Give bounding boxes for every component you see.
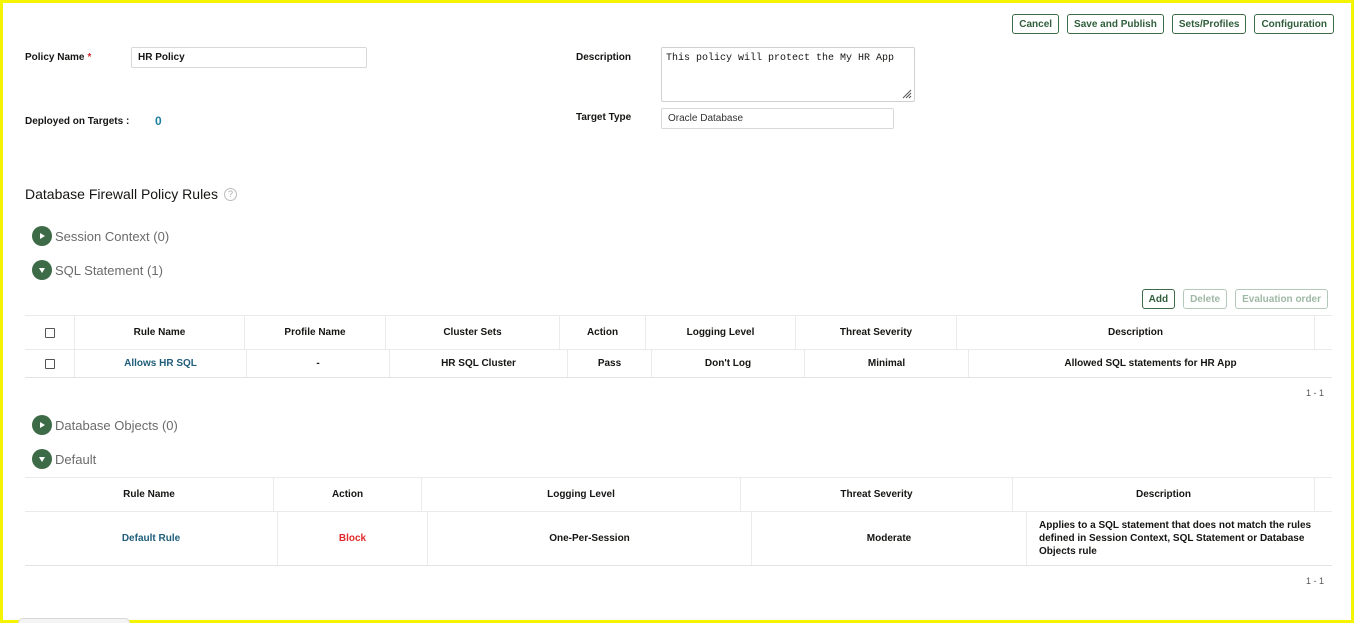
col-description[interactable]: Description xyxy=(957,316,1315,349)
action-cell: Pass xyxy=(568,350,652,377)
threat-severity-cell: Minimal xyxy=(805,350,969,377)
table-row[interactable]: Allows HR SQL - HR SQL Cluster Pass Don'… xyxy=(25,349,1332,378)
policy-rules-heading: Database Firewall Policy Rules ? xyxy=(25,186,237,202)
col-logging-level[interactable]: Logging Level xyxy=(422,478,741,511)
resize-grip-icon[interactable] xyxy=(902,89,912,99)
description-text: This policy will protect the My HR App xyxy=(666,53,895,64)
select-all-checkbox[interactable] xyxy=(44,327,55,338)
policy-rules-title: Database Firewall Policy Rules xyxy=(25,186,218,202)
rule-name-link[interactable]: Allows HR SQL xyxy=(75,350,247,377)
evaluation-order-button[interactable]: Evaluation order xyxy=(1235,289,1328,309)
threat-severity-cell: Moderate xyxy=(752,512,1027,565)
description-cell: Applies to a SQL statement that does not… xyxy=(1039,520,1312,557)
question-circle-icon[interactable]: ? xyxy=(223,187,237,201)
col-logging-level[interactable]: Logging Level xyxy=(646,316,796,349)
sql-rules-table: Rule Name Profile Name Cluster Sets Acti… xyxy=(25,315,1332,378)
col-threat-severity[interactable]: Threat Severity xyxy=(741,478,1013,511)
logging-level-cell: One-Per-Session xyxy=(428,512,752,565)
bottom-cut-off-control xyxy=(18,618,130,623)
table-header-row: Rule Name Profile Name Cluster Sets Acti… xyxy=(25,315,1332,349)
action-cell: Block xyxy=(278,512,428,565)
default-rule-link[interactable]: Default Rule xyxy=(25,512,278,565)
group-database-objects-label: Database Objects (0) xyxy=(55,417,178,433)
group-default-label: Default xyxy=(55,451,97,467)
target-type-field: Oracle Database xyxy=(661,108,894,129)
table-row[interactable]: Default Rule Block One-Per-Session Moder… xyxy=(25,511,1332,566)
profile-name-cell: - xyxy=(247,350,390,377)
deployed-targets-count-link[interactable]: 0 xyxy=(155,114,162,128)
top-toolbar: Cancel Save and Publish Sets/Profiles Co… xyxy=(1012,14,1334,34)
col-spacer xyxy=(1315,316,1332,349)
logging-level-cell: Don't Log xyxy=(652,350,805,377)
group-default[interactable]: Default xyxy=(32,449,96,469)
sets-profiles-button[interactable]: Sets/Profiles xyxy=(1171,14,1247,34)
col-action[interactable]: Action xyxy=(274,478,422,511)
description-field[interactable]: This policy will protect the My HR App xyxy=(661,47,915,102)
group-session-context[interactable]: Session Context (0) xyxy=(32,226,169,246)
col-cluster-sets[interactable]: Cluster Sets xyxy=(386,316,560,349)
deployed-targets-label: Deployed on Targets : xyxy=(25,116,130,127)
sql-table-actions: Add Delete Evaluation order xyxy=(1141,289,1328,309)
default-rules-table: Rule Name Action Logging Level Threat Se… xyxy=(25,477,1332,566)
col-rule-name[interactable]: Rule Name xyxy=(75,316,245,349)
delete-rule-button[interactable]: Delete xyxy=(1183,289,1228,309)
target-type-label: Target Type xyxy=(576,112,632,123)
sql-table-pager: 1 - 1 xyxy=(1305,388,1324,398)
policy-name-label: Policy Name * xyxy=(25,52,91,63)
group-sql-statement-label: SQL Statement (1) xyxy=(55,262,163,278)
cluster-sets-cell: HR SQL Cluster xyxy=(390,350,568,377)
configuration-button[interactable]: Configuration xyxy=(1254,14,1334,34)
policy-name-label-text: Policy Name xyxy=(25,52,85,63)
group-database-objects[interactable]: Database Objects (0) xyxy=(32,415,178,435)
col-action[interactable]: Action xyxy=(560,316,646,349)
collapse-chevron-down-icon[interactable] xyxy=(32,260,52,280)
col-rule-name[interactable]: Rule Name xyxy=(25,478,274,511)
group-sql-statement[interactable]: SQL Statement (1) xyxy=(32,260,163,280)
group-session-context-label: Session Context (0) xyxy=(55,228,170,244)
cancel-button[interactable]: Cancel xyxy=(1012,14,1060,34)
row-select-cell xyxy=(25,350,75,377)
table-header-row: Rule Name Action Logging Level Threat Se… xyxy=(25,477,1332,511)
policy-name-input[interactable]: HR Policy xyxy=(131,47,367,68)
save-and-publish-button[interactable]: Save and Publish xyxy=(1067,14,1164,34)
required-marker: * xyxy=(87,52,92,63)
select-all-cell xyxy=(25,316,75,349)
description-label: Description xyxy=(576,52,632,63)
expand-play-icon[interactable] xyxy=(32,226,52,246)
col-description[interactable]: Description xyxy=(1013,478,1315,511)
col-profile-name[interactable]: Profile Name xyxy=(245,316,386,349)
add-rule-button[interactable]: Add xyxy=(1141,289,1176,309)
expand-play-icon[interactable] xyxy=(32,415,52,435)
default-table-pager: 1 - 1 xyxy=(1305,576,1324,586)
col-spacer xyxy=(1315,478,1332,511)
row-checkbox[interactable] xyxy=(44,358,55,369)
description-cell: Allowed SQL statements for HR App xyxy=(1064,358,1237,369)
col-threat-severity[interactable]: Threat Severity xyxy=(796,316,957,349)
collapse-chevron-down-icon[interactable] xyxy=(32,449,52,469)
